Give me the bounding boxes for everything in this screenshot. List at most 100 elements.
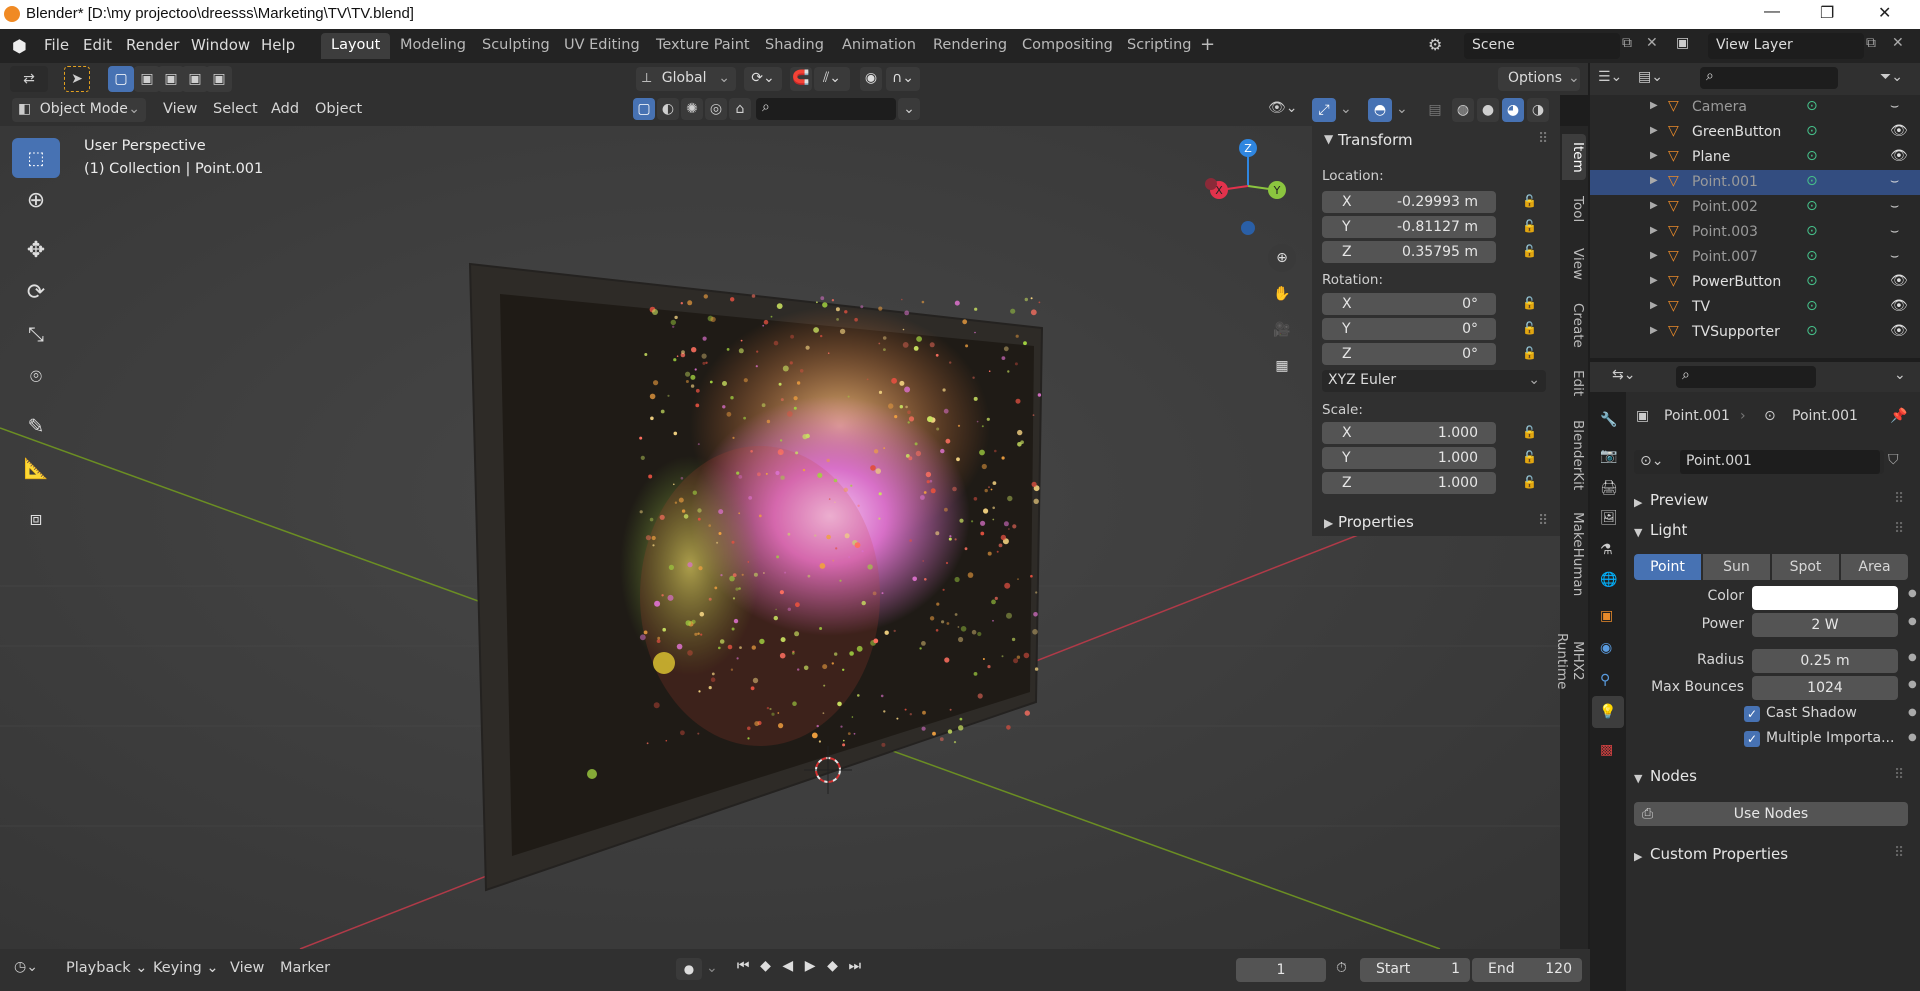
menu-select[interactable]: Select — [213, 101, 258, 117]
lock-icon[interactable]: 🔓 — [1522, 450, 1537, 464]
constraint-properties-icon[interactable]: ⚲ — [1600, 672, 1610, 688]
end-frame-field[interactable]: End 120 — [1472, 958, 1582, 982]
expand-triangle-icon[interactable]: ▶ — [1650, 100, 1658, 111]
custom-properties-panel-title[interactable]: Custom Properties — [1650, 845, 1788, 863]
breadcrumb-object[interactable]: Point.001 — [1664, 408, 1730, 424]
delete-scene-icon[interactable]: ✕ — [1646, 35, 1658, 51]
light-type-area[interactable]: Area — [1841, 554, 1908, 580]
output-properties-icon[interactable]: 🖨 — [1600, 480, 1618, 496]
pan-hand-icon[interactable]: ✋ — [1268, 280, 1296, 308]
menu-add[interactable]: Add — [271, 101, 299, 117]
filter-icon[interactable]: ⏷⌄ — [1880, 69, 1903, 85]
rotation-mode-dropdown[interactable]: XYZ Euler ⌄ — [1322, 370, 1546, 392]
data-icon[interactable]: ⊙ — [1806, 248, 1818, 264]
tab-blenderkit[interactable]: BlenderKit — [1562, 410, 1586, 500]
lock-icon[interactable]: 🔓 — [1522, 321, 1537, 335]
light-type-spot[interactable]: Spot — [1772, 554, 1839, 580]
filter-mesh-icon[interactable]: ▢ — [633, 98, 655, 120]
properties-panel-title[interactable]: Properties — [1338, 513, 1414, 531]
render-properties-icon[interactable]: 📷 — [1600, 448, 1617, 464]
outliner-row[interactable]: ▶ ▽ GreenButton ⊙ 👁 — [1590, 120, 1920, 145]
data-icon[interactable]: ⊙ — [1806, 148, 1818, 164]
drag-handle-icon[interactable]: ⠿ — [1894, 491, 1904, 507]
menu-view[interactable]: View — [163, 101, 197, 117]
preview-panel-title[interactable]: Preview — [1650, 491, 1708, 509]
tab-edit[interactable]: Edit — [1562, 362, 1586, 404]
cursor-tool-icon[interactable]: ⊕ — [12, 180, 60, 220]
drag-handle-icon[interactable]: ⠿ — [1894, 845, 1904, 861]
collapse-triangle-icon[interactable]: ▼ — [1324, 132, 1333, 146]
menu-view[interactable]: View — [230, 960, 264, 976]
chevron-down-icon[interactable]: ⌄ — [1396, 101, 1408, 117]
jump-start-icon[interactable]: ⏮ — [732, 958, 754, 980]
lock-icon[interactable]: 🔓 — [1522, 425, 1537, 439]
measure-tool-icon[interactable]: 📐 — [12, 448, 60, 488]
expand-triangle-icon[interactable]: ▶ — [1650, 175, 1658, 186]
data-icon[interactable]: ⊙ — [1806, 98, 1818, 114]
play-icon[interactable]: ▶ — [799, 958, 821, 980]
radius-field[interactable]: 0.25 m — [1752, 649, 1898, 673]
keyframe-dot-icon[interactable]: ● — [1908, 679, 1917, 690]
perspective-toggle-icon[interactable]: ▦ — [1268, 352, 1296, 380]
menu-keying[interactable]: Keying ⌄ — [153, 960, 218, 976]
rotate-tool-icon[interactable]: ⟳ — [12, 272, 60, 312]
collapse-triangle-icon[interactable]: ▼ — [1634, 526, 1642, 539]
nodes-panel-title[interactable]: Nodes — [1650, 767, 1697, 785]
tab-item[interactable]: Item — [1562, 134, 1586, 180]
scale-y-field[interactable]: Y 1.000 — [1322, 447, 1496, 469]
data-icon[interactable]: ⊙ — [1806, 123, 1818, 139]
tab-rendering[interactable]: Rendering — [923, 33, 1017, 59]
select-extend-icon[interactable]: ▣ — [134, 66, 160, 92]
outliner-row[interactable]: ▶ ▽ Point.007 ⊙ ⌣ — [1590, 245, 1920, 270]
select-box-tool-icon[interactable]: ⬚ — [12, 138, 60, 178]
scale-tool-icon[interactable]: ⤡ — [12, 314, 60, 354]
tool-properties-icon[interactable]: 🔧 — [1600, 412, 1617, 428]
breadcrumb-data[interactable]: Point.001 — [1792, 408, 1858, 424]
menu-marker[interactable]: Marker — [280, 960, 330, 976]
chevron-down-icon[interactable]: ⌄ — [1894, 367, 1906, 383]
visibility-eye-icon[interactable]: 👁 — [1890, 148, 1908, 164]
expand-triangle-icon[interactable]: ▶ — [1650, 225, 1658, 236]
location-z-field[interactable]: Z 0.35795 m — [1322, 241, 1496, 263]
move-tool-icon[interactable]: ✥ — [12, 230, 60, 270]
view-layer-properties-icon[interactable]: 🖼 — [1600, 510, 1618, 526]
lock-icon[interactable]: 🔓 — [1522, 296, 1537, 310]
keyframe-dot-icon[interactable]: ● — [1908, 732, 1917, 743]
tab-compositing[interactable]: Compositing — [1012, 33, 1123, 59]
play-reverse-icon[interactable]: ◀ — [777, 958, 799, 980]
view-layer-selector[interactable]: View Layer — [1708, 33, 1864, 59]
keyframe-dot-icon[interactable]: ● — [1908, 707, 1917, 718]
expand-triangle-icon[interactable]: ▶ — [1650, 125, 1658, 136]
jump-end-icon[interactable]: ⏭ — [844, 958, 866, 980]
scale-z-field[interactable]: Z 1.000 — [1322, 472, 1496, 494]
data-icon[interactable]: ⊙ — [1806, 173, 1818, 189]
menu-help[interactable]: Help — [261, 36, 295, 54]
filter-dropdown-icon[interactable]: ⌄ — [898, 98, 920, 120]
light-color-swatch[interactable] — [1752, 586, 1898, 610]
location-y-field[interactable]: Y -0.81127 m — [1322, 216, 1496, 238]
lock-icon[interactable]: 🔓 — [1522, 475, 1537, 489]
menu-render[interactable]: Render — [126, 36, 179, 54]
annotate-tool-icon[interactable]: ✎ — [12, 406, 60, 446]
lock-icon[interactable]: 🔓 — [1522, 346, 1537, 360]
gizmo-toggle-icon[interactable]: ⤢ — [1312, 98, 1336, 122]
maximize-icon[interactable]: ❐ — [1820, 3, 1834, 23]
cast-shadow-checkbox[interactable]: ✓ — [1744, 706, 1760, 722]
expand-triangle-icon[interactable]: ▶ — [1650, 300, 1658, 311]
menu-edit[interactable]: Edit — [83, 36, 112, 54]
use-nodes-button[interactable]: ⎙ Use Nodes — [1634, 802, 1908, 826]
camera-view-icon[interactable]: 🎥 — [1268, 316, 1296, 344]
start-frame-field[interactable]: Start 1 — [1360, 958, 1470, 982]
xray-toggle-icon[interactable]: ▤ — [1424, 98, 1446, 122]
menu-file[interactable]: File — [44, 36, 69, 54]
expand-triangle-icon[interactable]: ▶ — [1634, 850, 1642, 863]
add-workspace-icon[interactable]: + — [1200, 34, 1215, 55]
zoom-icon[interactable]: ⊕ — [1268, 244, 1296, 272]
new-view-layer-icon[interactable]: ⧉ — [1866, 35, 1876, 51]
editor-type-icon[interactable]: ⇄ — [10, 66, 48, 92]
tab-tool[interactable]: Tool — [1562, 186, 1586, 232]
outliner-row[interactable]: ▶ ▽ Camera ⊙ ⌣ — [1590, 95, 1920, 120]
menu-playback[interactable]: Playback ⌄ — [66, 960, 147, 976]
outliner-row[interactable]: ▶ ▽ Plane ⊙ 👁 — [1590, 145, 1920, 170]
data-icon[interactable]: ⊙ — [1806, 198, 1818, 214]
